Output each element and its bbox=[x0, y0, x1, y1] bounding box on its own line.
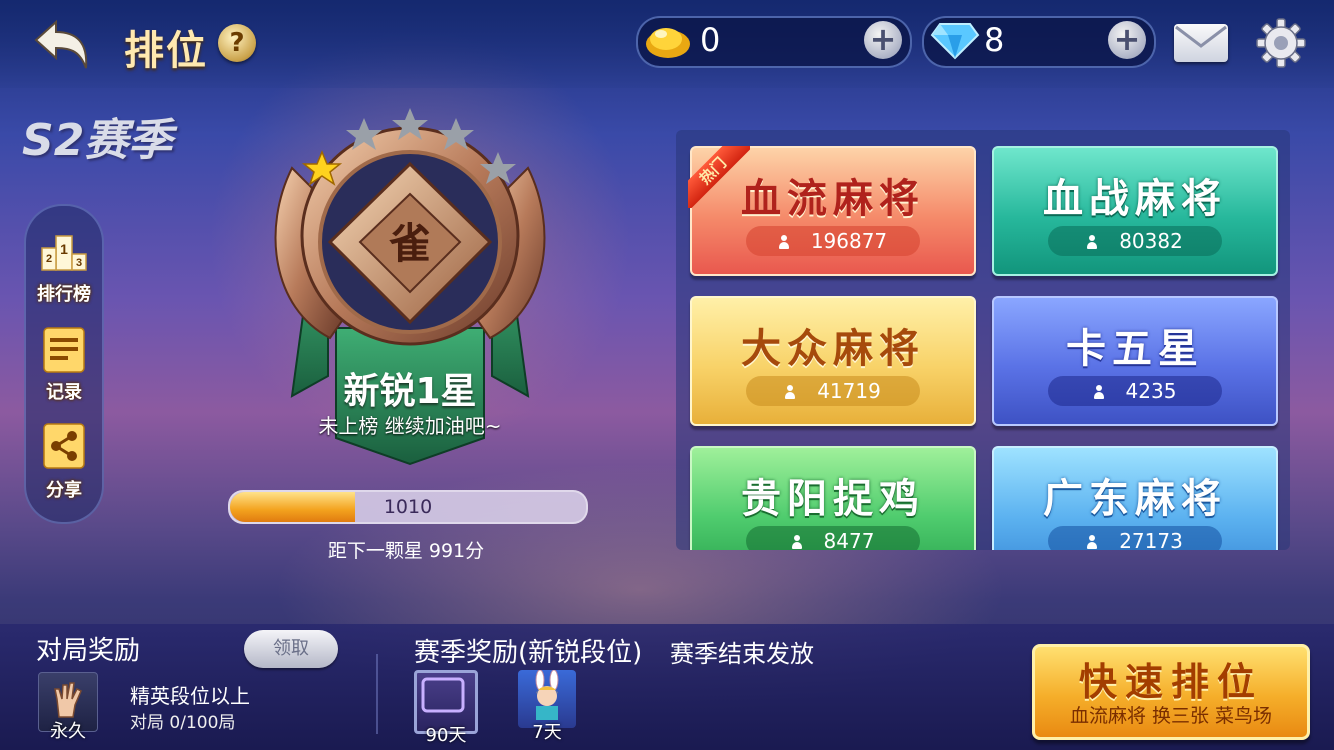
quick-match-button[interactable]: 快速排位 血流麻将 换三张 菜鸟场 bbox=[1032, 644, 1310, 740]
claim-button[interactable]: 领取 bbox=[244, 630, 338, 668]
season-reward-frame[interactable]: 90天 bbox=[414, 670, 478, 746]
player-count: 8477 bbox=[746, 526, 920, 550]
record-label: 记录 bbox=[46, 382, 82, 403]
envelope-icon bbox=[1175, 25, 1227, 48]
season-reward-avatar[interactable]: 7天 bbox=[518, 670, 576, 743]
mode-card-guangdong[interactable]: 广东麻将 27173 bbox=[992, 446, 1278, 550]
match-progress-text: 对局 0/100局 bbox=[130, 713, 236, 733]
share-icon bbox=[43, 423, 85, 469]
rank-status: 未上榜 继续加油吧~ bbox=[318, 414, 502, 438]
person-icon bbox=[791, 535, 802, 549]
mode-name: 贵阳捉鸡 bbox=[741, 475, 925, 522]
leaderboard-button[interactable]: 1 2 3 排行榜 bbox=[36, 226, 92, 306]
season-label: S2赛季 bbox=[22, 115, 173, 166]
person-icon bbox=[1087, 535, 1098, 549]
gear-icon bbox=[1256, 18, 1306, 68]
player-count: 41719 bbox=[746, 376, 920, 406]
player-count: 27173 bbox=[1048, 526, 1222, 550]
diamond-counter: 8 + bbox=[922, 16, 1156, 68]
gold-counter: 0 + bbox=[636, 16, 912, 68]
add-diamond-button[interactable]: + bbox=[1108, 21, 1146, 59]
mode-card-xuezhan[interactable]: 血战麻将 80382 bbox=[992, 146, 1278, 276]
share-button[interactable]: 分享 bbox=[36, 422, 92, 502]
mode-name: 大众麻将 bbox=[741, 325, 925, 372]
diamond-value: 8 bbox=[984, 21, 1005, 59]
gold-ingot-icon bbox=[646, 28, 690, 58]
item-duration: 90天 bbox=[425, 725, 467, 746]
player-count: 80382 bbox=[1048, 226, 1222, 256]
mode-card-guiyang[interactable]: 贵阳捉鸡 8477 bbox=[690, 446, 976, 550]
side-menu: 1 2 3 排行榜 记录 分享 bbox=[24, 204, 104, 524]
season-reward-title: 赛季奖励(新锐段位) bbox=[414, 638, 643, 668]
match-reward-item[interactable]: 永久 bbox=[38, 672, 98, 742]
mail-button[interactable] bbox=[1174, 24, 1228, 62]
rank-name: 新锐1星 bbox=[343, 371, 477, 412]
person-icon bbox=[1093, 385, 1104, 399]
person-icon bbox=[785, 385, 796, 399]
item-duration: 7天 bbox=[532, 722, 562, 743]
mode-card-dazhong[interactable]: 大众麻将 41719 bbox=[690, 296, 976, 426]
podium-third-label: 3 bbox=[76, 257, 82, 269]
person-icon bbox=[1087, 235, 1098, 249]
podium-second-label: 2 bbox=[46, 253, 52, 265]
mode-name: 广东麻将 bbox=[1043, 475, 1227, 522]
avatar-frame-icon bbox=[421, 677, 465, 713]
page-title: 排位 bbox=[124, 28, 208, 74]
quick-match-subtitle: 血流麻将 换三张 菜鸟场 bbox=[1069, 705, 1273, 727]
mode-card-xueliu[interactable]: 血流麻将 196877 热门 bbox=[688, 146, 976, 276]
leaderboard-label: 排行榜 bbox=[37, 284, 91, 305]
score-progress-bar: 1010 bbox=[228, 490, 588, 524]
player-count: 4235 bbox=[1048, 376, 1222, 406]
share-label: 分享 bbox=[46, 480, 82, 501]
diamond-icon bbox=[930, 23, 980, 60]
podium-icon: 1 2 3 bbox=[41, 235, 87, 271]
person-icon bbox=[778, 235, 789, 249]
podium-first-label: 1 bbox=[60, 241, 68, 257]
emblem-character: 雀 bbox=[389, 219, 431, 268]
bunny-character-icon bbox=[535, 670, 559, 720]
back-arrow-icon bbox=[34, 19, 88, 69]
mode-name: 卡五星 bbox=[1066, 325, 1204, 372]
next-star-text: 距下一颗星 991分 bbox=[327, 540, 485, 562]
record-button[interactable]: 记录 bbox=[36, 324, 92, 404]
mode-name: 血战麻将 bbox=[1043, 175, 1227, 222]
reward-divider bbox=[376, 654, 378, 734]
help-button[interactable]: ? bbox=[218, 24, 256, 62]
gold-value: 0 bbox=[700, 21, 721, 59]
hot-ribbon: 热门 bbox=[688, 146, 750, 208]
player-count: 196877 bbox=[746, 226, 920, 256]
reward-requirement: 精英段位以上 bbox=[130, 684, 250, 708]
match-reward-title: 对局奖励 bbox=[36, 636, 141, 666]
record-list-icon bbox=[43, 327, 85, 373]
item-duration: 永久 bbox=[50, 721, 86, 742]
season-reward-note: 赛季结束发放 bbox=[670, 640, 814, 668]
add-gold-button[interactable]: + bbox=[864, 21, 902, 59]
mode-panel: 血流麻将 196877 热门 血战麻将 80382 大众麻将 41719 卡五星… bbox=[676, 130, 1290, 550]
score-value: 1010 bbox=[383, 496, 433, 518]
hand-gesture-icon bbox=[54, 682, 82, 718]
mode-card-kawuxing[interactable]: 卡五星 4235 bbox=[992, 296, 1278, 426]
settings-button[interactable] bbox=[1256, 18, 1306, 68]
back-button[interactable] bbox=[30, 16, 94, 76]
quick-match-title: 快速排位 bbox=[1078, 659, 1263, 704]
